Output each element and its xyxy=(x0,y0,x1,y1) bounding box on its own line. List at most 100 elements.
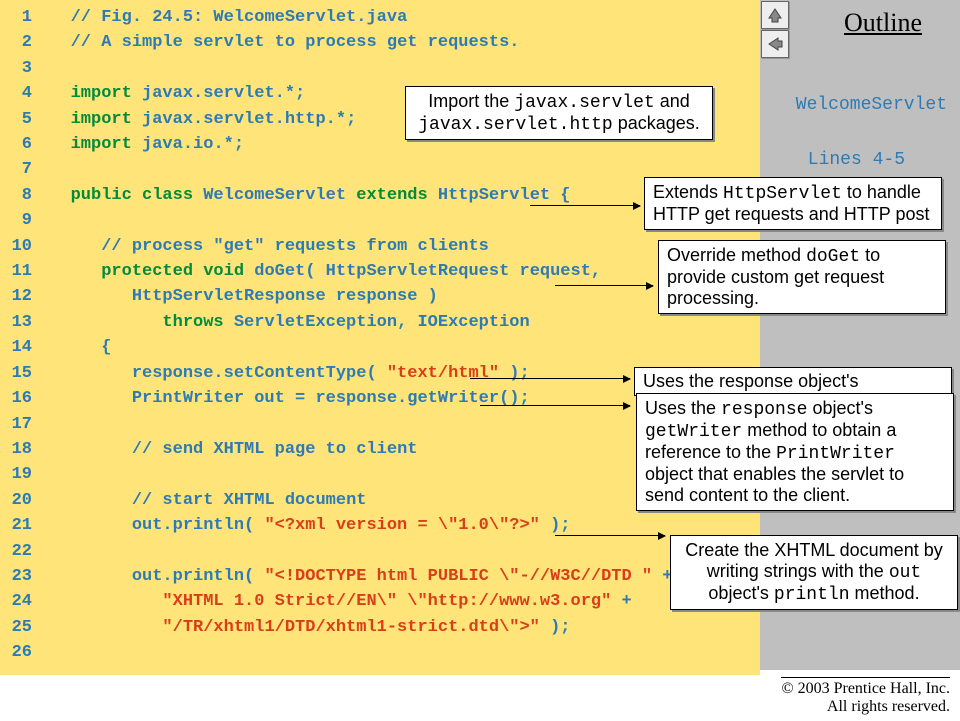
line-number: 18 xyxy=(0,437,40,462)
code-token: public class xyxy=(71,183,193,208)
callout-text: Extends xyxy=(653,182,723,202)
code-token: "XHTML 1.0 Strict//EN\" \"http://www.w3.… xyxy=(162,589,611,614)
code-token xyxy=(40,615,162,640)
code-token: // process "get" requests from clients xyxy=(101,234,489,259)
code-token xyxy=(40,107,71,132)
code-line: 14 { xyxy=(0,335,760,360)
code-line: 2 // A simple servlet to process get req… xyxy=(0,30,760,55)
code-token: { xyxy=(40,335,111,360)
footer-line2: All rights reserved. xyxy=(827,698,950,715)
code-token: java.io.*; xyxy=(132,132,244,157)
code-token: protected void xyxy=(101,259,244,284)
code-line: 11 protected void doGet( HttpServletRequ… xyxy=(0,259,760,284)
line-number: 17 xyxy=(0,412,40,437)
callout-mono: out xyxy=(889,563,921,583)
callout-mono: javax.servlet.http xyxy=(418,115,612,135)
callout-override: Override method doGet to provide custom … xyxy=(658,240,946,314)
line-number: 2 xyxy=(0,30,40,55)
code-token xyxy=(40,259,101,284)
arrow-println xyxy=(555,535,665,536)
footer-line1: © 2003 Prentice Hall, Inc. xyxy=(781,680,950,697)
code-token: javax.servlet.*; xyxy=(132,81,305,106)
code-line: 25 "/TR/xhtml1/DTD/xhtml1-strict.dtd\">"… xyxy=(0,615,760,640)
line-number: 23 xyxy=(0,564,40,589)
code-token: "<!DOCTYPE html PUBLIC \"-//W3C//DTD " xyxy=(264,564,652,589)
code-token: ServletException, IOException xyxy=(224,310,530,335)
line-number: 26 xyxy=(0,640,40,665)
code-token: extends xyxy=(356,183,427,208)
line-number: 6 xyxy=(0,132,40,157)
line-number: 21 xyxy=(0,513,40,538)
code-token: throws xyxy=(162,310,223,335)
callout-mono: doGet xyxy=(806,247,860,267)
code-token: "<?xml version = \"1.0\"?>" xyxy=(264,513,539,538)
line-number: 11 xyxy=(0,259,40,284)
callout-mono: response xyxy=(721,400,807,420)
code-token: // send XHTML page to client xyxy=(132,437,418,462)
callout-getwriter: Uses the response object's getWriter met… xyxy=(636,393,954,511)
code-token: ); xyxy=(499,361,530,386)
code-token: WelcomeServlet xyxy=(193,183,356,208)
code-token xyxy=(40,310,162,335)
code-line: 24 "XHTML 1.0 Strict//EN\" \"http://www.… xyxy=(0,589,760,614)
code-token xyxy=(40,488,132,513)
callout-extends: Extends HttpServlet to handle HTTP get r… xyxy=(644,177,942,230)
line-number: 15 xyxy=(0,361,40,386)
line-number: 16 xyxy=(0,386,40,411)
arrow-doget xyxy=(555,285,653,286)
line-number: 7 xyxy=(0,157,40,182)
callout-mono: HttpServlet xyxy=(723,184,842,204)
line-number: 24 xyxy=(0,589,40,614)
code-line: 3 xyxy=(0,56,760,81)
code-token xyxy=(40,234,101,259)
callout-mono: println xyxy=(774,585,850,605)
code-line: 23 out.println( "<!DOCTYPE html PUBLIC \… xyxy=(0,564,760,589)
code-token: "text/html" xyxy=(387,361,499,386)
callout-text: object's xyxy=(708,583,773,603)
callout-text: and xyxy=(655,91,690,111)
code-token: doGet( HttpServletRequest request, xyxy=(244,259,601,284)
callout-setcontent: Uses the response object's xyxy=(634,367,952,396)
code-token: "/TR/xhtml1/DTD/xhtml1-strict.dtd\">" xyxy=(162,615,539,640)
callout-create: Create the XHTML document by writing str… xyxy=(670,535,958,610)
code-token: out.println( xyxy=(40,513,264,538)
line-number: 20 xyxy=(0,488,40,513)
code-line: 13 throws ServletException, IOException xyxy=(0,310,760,335)
code-token: ); xyxy=(540,615,571,640)
line-number: 3 xyxy=(0,56,40,81)
code-token xyxy=(40,81,71,106)
code-token: response.setContentType( xyxy=(40,361,387,386)
footer: © 2003 Prentice Hall, Inc. All rights re… xyxy=(781,677,950,716)
code-line: 26 xyxy=(0,640,760,665)
nav-left-icon[interactable] xyxy=(761,30,789,58)
side-lines: Lines 4-5 xyxy=(808,150,905,170)
line-number: 10 xyxy=(0,234,40,259)
nav-up-icon[interactable] xyxy=(761,1,789,29)
arrow-getwriter xyxy=(480,405,630,406)
line-number: 25 xyxy=(0,615,40,640)
callout-mono: getWriter xyxy=(645,422,742,442)
arrow-extends xyxy=(530,205,640,206)
line-number: 9 xyxy=(0,208,40,233)
line-number: 22 xyxy=(0,539,40,564)
code-token xyxy=(40,5,71,30)
arrow-setcontent xyxy=(470,378,630,379)
code-token: + xyxy=(611,589,631,614)
code-token: out.println( xyxy=(40,564,264,589)
line-number: 1 xyxy=(0,5,40,30)
callout-text: Uses the response object's xyxy=(643,371,859,391)
code-token: import xyxy=(71,81,132,106)
side-class-name: WelcomeServlet xyxy=(796,95,947,115)
callout-import: Import the javax.servlet and javax.servl… xyxy=(405,86,713,140)
outline-heading: Outline xyxy=(844,8,922,38)
callout-text: Override method xyxy=(667,245,806,265)
code-line: 22 xyxy=(0,539,760,564)
corner-icons xyxy=(760,0,810,59)
code-token: // A simple servlet to process get reque… xyxy=(71,30,520,55)
code-token xyxy=(40,589,162,614)
callout-text: object that enables the servlet to send … xyxy=(645,464,904,505)
callout-text: Import the xyxy=(428,91,514,111)
code-token: // start XHTML document xyxy=(132,488,367,513)
code-line: 1 // Fig. 24.5: WelcomeServlet.java xyxy=(0,5,760,30)
line-number: 8 xyxy=(0,183,40,208)
